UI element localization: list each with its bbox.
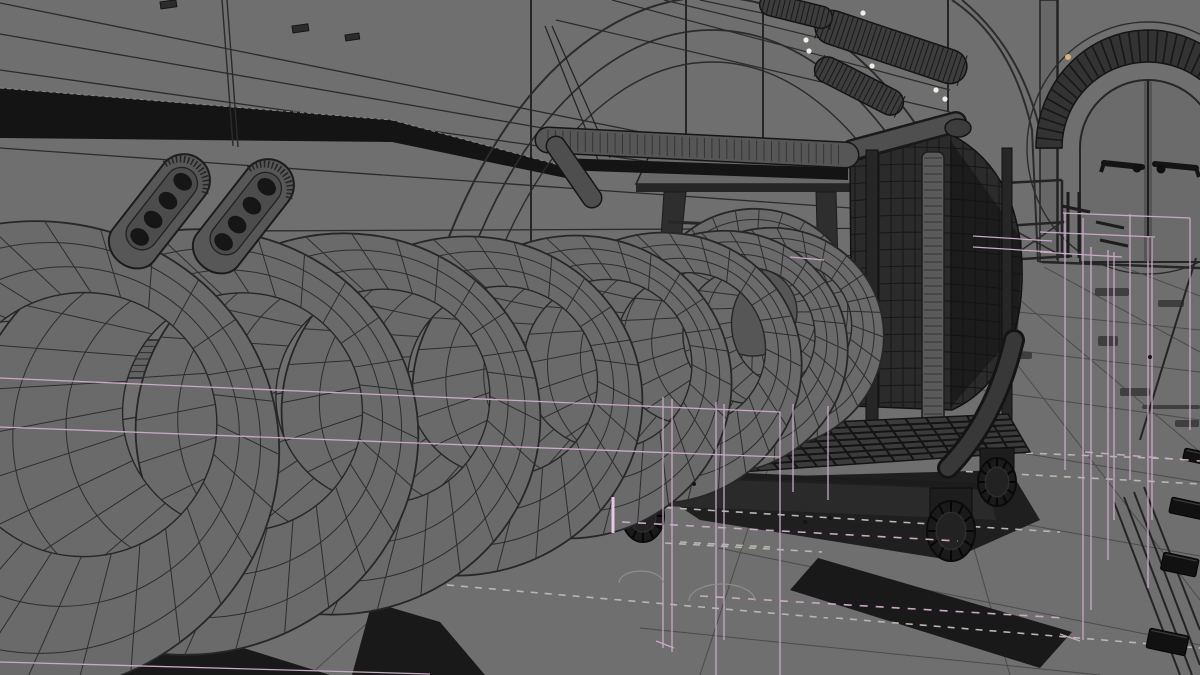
dark-dot: [1148, 355, 1152, 359]
dark-dot: [828, 516, 832, 520]
vertex-dot: [869, 63, 875, 69]
dark-dot: [803, 520, 807, 524]
vertex-dot: [860, 10, 866, 16]
viewport-canvas: [0, 0, 1200, 675]
wireframe-viewport[interactable]: [0, 0, 1200, 675]
vertex-dot: [942, 96, 948, 102]
vertex-dot: [803, 37, 809, 43]
light-dot: [1065, 54, 1071, 60]
vertex-dot: [933, 87, 939, 93]
vertex-dot: [806, 48, 812, 54]
dark-dot: [692, 482, 696, 486]
